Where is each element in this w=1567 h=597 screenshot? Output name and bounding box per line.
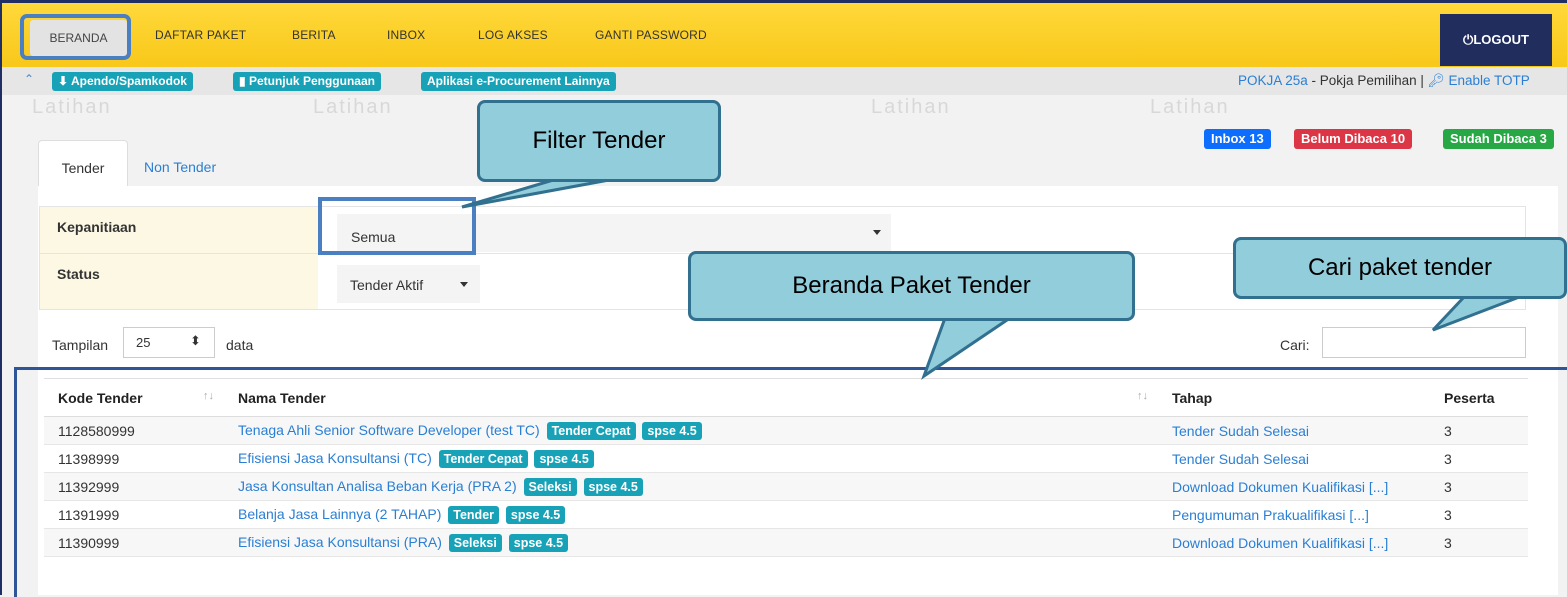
callout-beranda-paket: Beranda Paket Tender [688,251,1135,321]
callout-tail-cari [1431,294,1523,332]
callout-cari-paket: Cari paket tender [1233,237,1567,299]
callout-filter-tender: Filter Tender [477,100,721,182]
callout-tail-beranda [921,316,1015,380]
callout-tail-filter [461,176,621,209]
